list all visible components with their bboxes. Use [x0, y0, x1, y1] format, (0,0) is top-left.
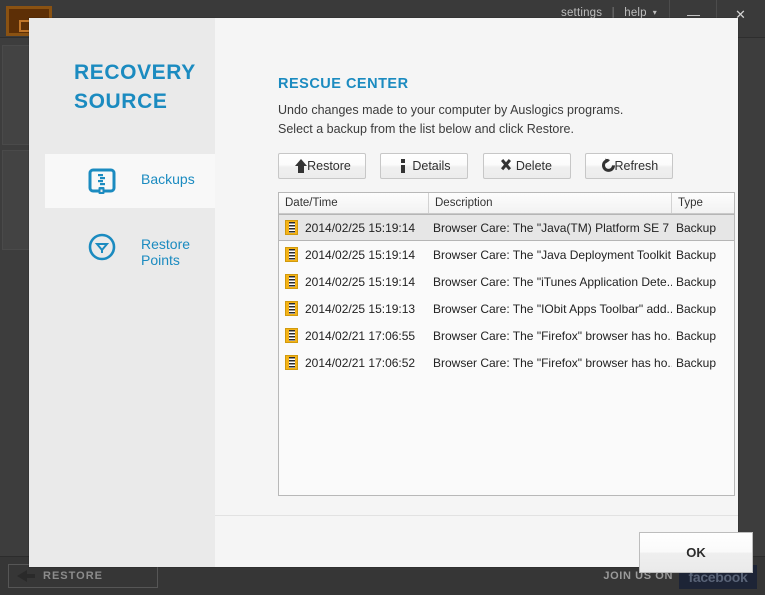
dialog-main-panel: RESCUE CENTER Undo changes made to your … [215, 18, 753, 573]
refresh-button[interactable]: Refresh [585, 153, 674, 179]
brand-line-2: SOURCE [74, 90, 168, 113]
backup-file-icon [285, 220, 298, 235]
app-restore-button[interactable]: RESTORE [8, 564, 158, 588]
cell-date-time-text: 2014/02/25 15:19:14 [305, 220, 416, 235]
table-row[interactable]: 2014/02/25 15:19:13 Browser Care: The "IO… [279, 295, 734, 322]
recovery-source-dialog: RECOVERY SOURCE Backups Restore Points R… [29, 18, 753, 573]
cell-type: Backup [676, 274, 717, 289]
back-arrow-icon [17, 570, 35, 582]
page-title: RESCUE CENTER [278, 76, 409, 92]
cell-date-time-text: 2014/02/25 15:19:13 [305, 301, 416, 316]
refresh-icon [600, 158, 616, 175]
backups-table[interactable]: Date/Time Description Type 2014/02/25 15… [278, 192, 735, 496]
column-header-date-time[interactable]: Date/Time [279, 193, 429, 213]
cell-description: Browser Care: The "Java Deployment Toolk… [433, 247, 672, 262]
table-row[interactable]: 2014/02/21 17:06:52 Browser Care: The "Fi… [279, 349, 734, 376]
table-row[interactable]: 2014/02/21 17:06:55 Browser Care: The "Fi… [279, 322, 734, 349]
dialog-sidebar: RECOVERY SOURCE Backups Restore Points [29, 18, 231, 567]
toolbar: Restore Details Delete Refresh [278, 153, 683, 179]
refresh-button-label: Refresh [614, 159, 659, 173]
backup-file-icon [285, 247, 298, 262]
info-icon [395, 158, 411, 175]
table-row[interactable]: 2014/02/25 15:19:14 Browser Care: The "Ja… [279, 214, 734, 241]
cell-date-time: 2014/02/21 17:06:52 [279, 355, 429, 370]
cell-type: Backup [676, 220, 717, 235]
cell-description: Browser Care: The "Firefox" browser has … [433, 328, 672, 343]
restore-button-label: Restore [307, 159, 351, 173]
sidebar-item-backups-label: Backups [141, 171, 195, 187]
x-cross-icon [498, 158, 514, 175]
cell-type: Backup [676, 247, 717, 262]
backup-file-icon [285, 301, 298, 316]
cell-date-time-text: 2014/02/21 17:06:55 [305, 328, 416, 343]
cell-description: Browser Care: The "iTunes Application De… [433, 274, 672, 289]
brand-line-1: RECOVERY [74, 61, 196, 84]
sidebar-item-backups[interactable]: Backups [45, 154, 231, 208]
dialog-brand-title: RECOVERY SOURCE [74, 58, 214, 116]
cell-type: Backup [676, 328, 717, 343]
cell-date-time: 2014/02/25 15:19:14 [279, 220, 429, 235]
description-line-1: Undo changes made to your computer by Au… [278, 103, 624, 117]
delete-button-label: Delete [515, 159, 552, 173]
chevron-down-icon[interactable]: ▾ [653, 8, 657, 17]
column-header-description[interactable]: Description [429, 193, 672, 213]
cell-date-time: 2014/02/25 15:19:13 [279, 301, 429, 316]
table-header-row: Date/Time Description Type [279, 193, 734, 214]
cell-description: Browser Care: The "Java(TM) Platform SE … [433, 220, 672, 235]
cell-date-time-text: 2014/02/25 15:19:14 [305, 274, 416, 289]
cell-type: Backup [676, 301, 717, 316]
restore-button[interactable]: Restore [278, 153, 366, 179]
archive-zip-icon [87, 167, 117, 197]
screen: settings | help ▾ — ✕ RESTORE JOIN US ON … [0, 0, 765, 595]
sidebar-item-restore-points[interactable]: Restore Points [45, 219, 231, 273]
backup-file-icon [285, 355, 298, 370]
cell-type: Backup [676, 355, 717, 370]
cell-date-time-text: 2014/02/21 17:06:52 [305, 355, 416, 370]
table-body: 2014/02/25 15:19:14 Browser Care: The "Ja… [279, 214, 734, 376]
page-description: Undo changes made to your computer by Au… [278, 101, 728, 139]
ok-button[interactable]: OK [639, 532, 753, 573]
cell-date-time: 2014/02/21 17:06:55 [279, 328, 429, 343]
backup-file-icon [285, 328, 298, 343]
cell-description: Browser Care: The "IObit Apps Toolbar" a… [433, 301, 672, 316]
cell-description: Browser Care: The "Firefox" browser has … [433, 355, 672, 370]
table-row[interactable]: 2014/02/25 15:19:14 Browser Care: The "iT… [279, 268, 734, 295]
cell-date-time: 2014/02/25 15:19:14 [279, 274, 429, 289]
details-button-label: Details [412, 159, 451, 173]
cell-date-time-text: 2014/02/25 15:19:14 [305, 247, 416, 262]
backup-file-icon [285, 274, 298, 289]
clock-restore-icon [87, 232, 117, 262]
cell-date-time: 2014/02/25 15:19:14 [279, 247, 429, 262]
details-button[interactable]: Details [380, 153, 469, 179]
up-arrow-icon [293, 158, 309, 175]
column-header-type[interactable]: Type [672, 193, 734, 213]
footer-divider [215, 515, 738, 516]
app-restore-label: RESTORE [43, 570, 103, 582]
delete-button[interactable]: Delete [482, 153, 571, 179]
description-line-2: Select a backup from the list below and … [278, 122, 574, 136]
table-row[interactable]: 2014/02/25 15:19:14 Browser Care: The "Ja… [279, 241, 734, 268]
